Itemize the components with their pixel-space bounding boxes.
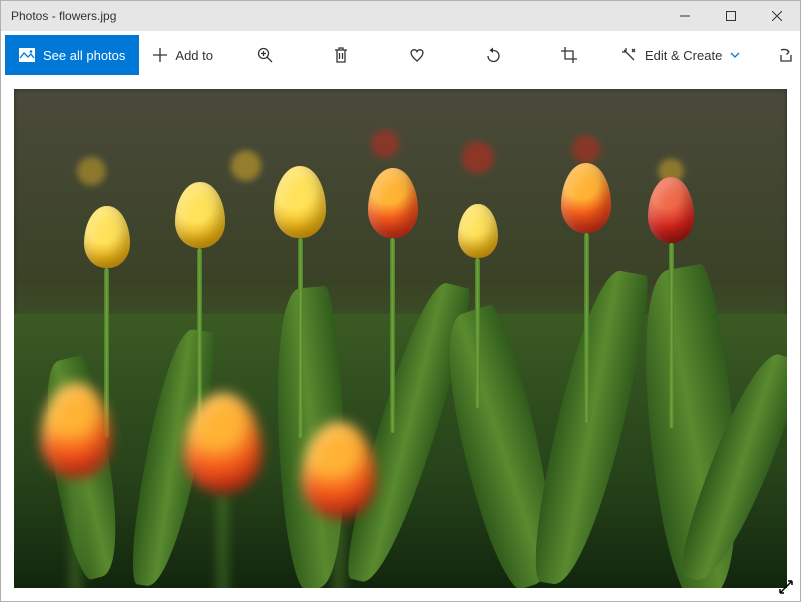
- rotate-button[interactable]: [455, 31, 531, 79]
- zoom-button[interactable]: [227, 31, 303, 79]
- heart-icon: [409, 48, 425, 62]
- maximize-icon: [726, 11, 736, 21]
- zoom-in-icon: [257, 47, 273, 63]
- delete-button[interactable]: [303, 31, 379, 79]
- chevron-down-icon: [730, 52, 740, 58]
- window-title: Photos - flowers.jpg: [1, 9, 116, 23]
- photo-content[interactable]: [14, 89, 787, 588]
- app-window: Photos - flowers.jpg See all photos: [0, 0, 801, 602]
- photo-viewport: [1, 79, 800, 601]
- see-all-photos-label: See all photos: [43, 48, 125, 63]
- share-button[interactable]: [754, 31, 801, 79]
- see-all-photos-button[interactable]: See all photos: [5, 35, 139, 75]
- window-controls: [662, 1, 800, 31]
- plus-icon: [153, 48, 167, 62]
- image-icon: [19, 48, 35, 62]
- toolbar: See all photos Add to: [1, 31, 800, 79]
- crop-icon: [561, 47, 577, 63]
- minimize-icon: [680, 11, 690, 21]
- resize-handle[interactable]: [774, 575, 798, 599]
- add-to-label: Add to: [175, 48, 213, 63]
- edit-and-create-button[interactable]: Edit & Create: [607, 31, 754, 79]
- resize-handle-icon: [778, 579, 794, 595]
- add-to-button[interactable]: Add to: [139, 31, 227, 79]
- edit-and-create-label: Edit & Create: [645, 48, 722, 63]
- toolbar-center-group: [227, 31, 607, 79]
- share-icon: [778, 47, 794, 63]
- favorite-button[interactable]: [379, 31, 455, 79]
- magic-pen-icon: [621, 47, 637, 63]
- rotate-icon: [485, 47, 501, 63]
- trash-icon: [334, 47, 348, 63]
- crop-button[interactable]: [531, 31, 607, 79]
- title-bar: Photos - flowers.jpg: [1, 1, 800, 31]
- close-button[interactable]: [754, 1, 800, 31]
- minimize-button[interactable]: [662, 1, 708, 31]
- maximize-button[interactable]: [708, 1, 754, 31]
- close-icon: [772, 11, 782, 21]
